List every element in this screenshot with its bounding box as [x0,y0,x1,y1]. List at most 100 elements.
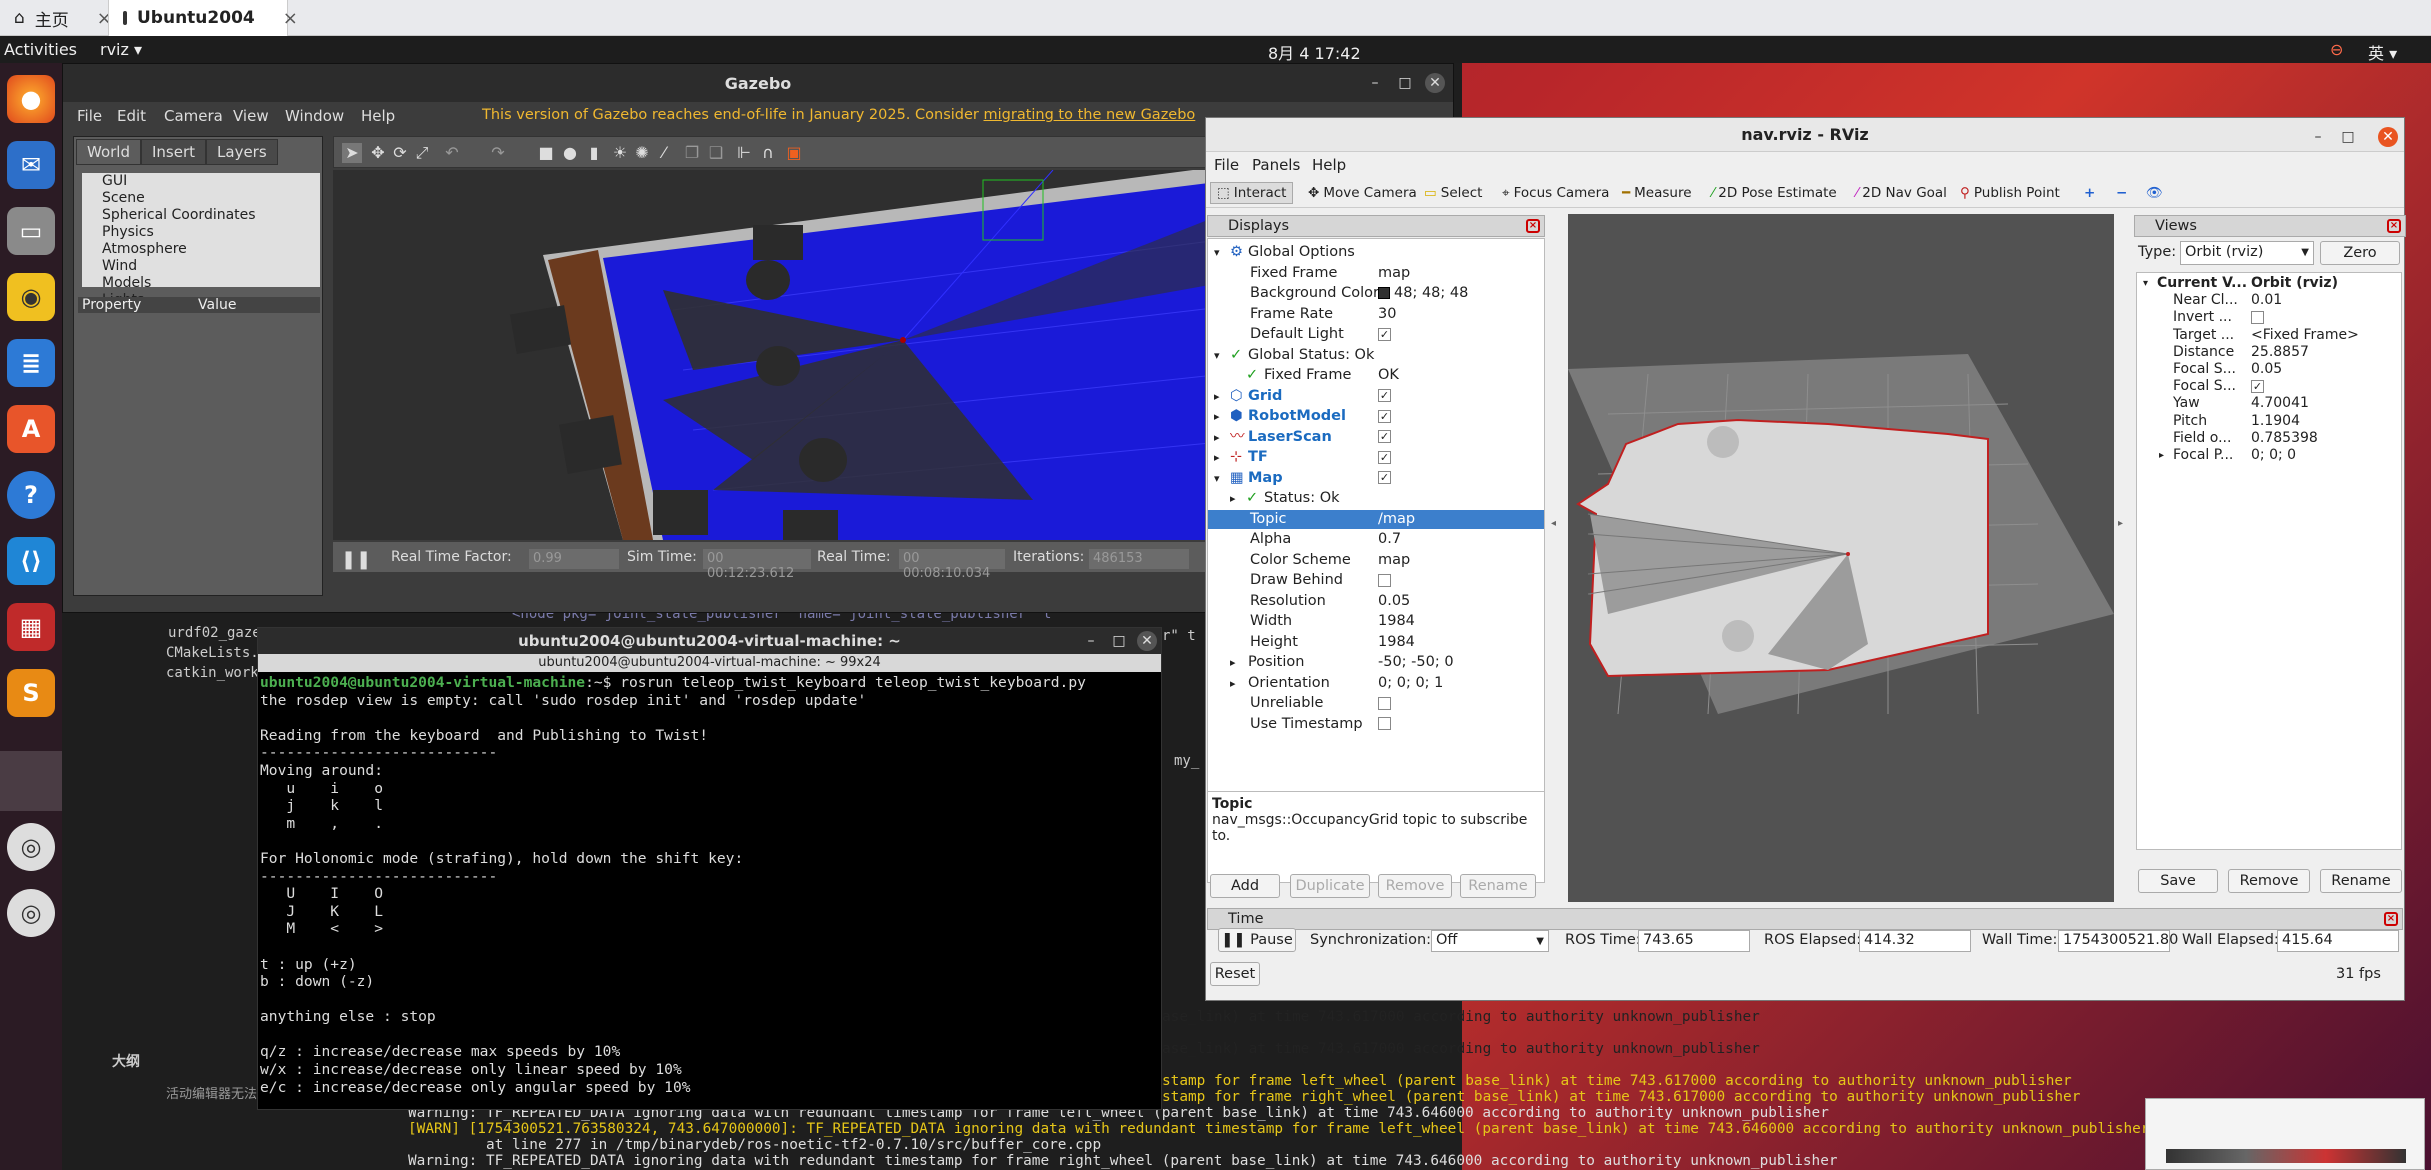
expand-right-icon[interactable]: ▸ [1214,428,1220,447]
minimize-icon[interactable]: – [1081,631,1101,651]
display-value[interactable] [1378,571,1391,590]
display-row[interactable]: ▾ ✓ Global Status: Ok [1208,346,1544,365]
display-value[interactable] [1378,694,1391,713]
screenshot-icon[interactable]: ▣ [784,143,804,163]
window-title[interactable]: nav.rviz - RViz [1206,118,2404,152]
terminal-app-icon[interactable]: ▦ [7,603,55,651]
remove-button[interactable]: Remove [2228,869,2310,893]
spotlight-icon[interactable]: ✺ [632,143,652,163]
display-row[interactable]: Frame Rate 30 [1208,305,1544,324]
eye-icon[interactable]: 👁 [2140,182,2169,204]
tab-layers[interactable]: Layers [206,139,278,165]
display-row[interactable]: ▸ Orientation 0; 0; 0; 1 [1208,674,1544,693]
display-row[interactable]: Color Scheme map [1208,551,1544,570]
tool-select[interactable]: ▭ Select [1418,182,1488,204]
tool-2d-nav-goal[interactable]: ⁄ 2D Nav Goal [1850,182,1953,204]
snap-icon[interactable]: ∩ [758,143,778,163]
minimize-icon[interactable]: – [1365,73,1385,93]
paste-icon[interactable]: ❑ [706,143,726,163]
close-icon[interactable]: × [283,8,298,29]
expand-right-icon[interactable]: ▸ [1230,674,1236,693]
color-swatch[interactable] [1378,287,1390,299]
wall-time-field[interactable]: 1754300521.80 [2058,930,2178,952]
software-icon[interactable]: A [7,405,55,453]
menu-file[interactable]: File [1214,156,1239,174]
display-row[interactable]: Width 1984 [1208,612,1544,631]
display-row[interactable]: ▸ ⬡ Grid ✓ [1208,387,1544,406]
close-icon[interactable]: × [2384,912,2398,926]
display-row[interactable]: Unreliable [1208,694,1544,713]
sphere-icon[interactable]: ● [560,143,580,163]
view-row[interactable]: Target ... <Fixed Frame> [2137,327,2401,344]
active-app-highlight[interactable] [0,751,62,811]
explorer-item[interactable]: CMakeLists. [166,645,259,661]
zero-button[interactable]: Zero [2320,241,2400,265]
checkbox[interactable] [2251,310,2264,324]
menu-file[interactable]: File [77,107,102,125]
view-row[interactable]: Distance 25.8857 [2137,344,2401,361]
tree-item-spherical[interactable]: Spherical Coordinates [102,207,320,224]
display-value[interactable]: ✓ [1378,387,1391,406]
tree-item-wind[interactable]: Wind [102,258,320,275]
eol-link[interactable]: migrating to the new Gazebo [984,107,1196,123]
checkbox[interactable] [1378,573,1391,587]
view-row[interactable]: ▸ Focal P... 0; 0; 0 [2137,447,2401,464]
checkbox[interactable]: ✓ [1378,450,1391,464]
duplicate-button[interactable]: Duplicate [1290,874,1370,898]
clock[interactable]: 8月 4 17:42 [1268,40,1361,64]
checkbox[interactable]: ✓ [1378,471,1391,484]
thunderbird-icon[interactable]: ✉ [7,141,55,189]
rviz-3d-view[interactable] [1568,214,2114,902]
rename-button[interactable]: Rename [1460,874,1536,898]
checkbox[interactable]: ✓ [2251,379,2264,393]
display-row[interactable]: ▸ ✓ Status: Ok [1208,489,1544,508]
pause-button[interactable]: ❚❚ Pause [1218,928,1296,952]
tool-focus-camera[interactable]: ⌖ Focus Camera [1496,182,1615,204]
tool-2d-pose[interactable]: ⁄ 2D Pose Estimate [1706,182,1843,204]
dvd-icon[interactable]: ◎ [7,889,55,937]
view-row[interactable]: Invert ... [2137,309,2401,326]
reset-button[interactable]: Reset [1210,962,1260,986]
add-button[interactable]: Add [1210,874,1280,898]
display-value[interactable] [1378,715,1391,734]
view-row[interactable]: Pitch 1.1904 [2137,413,2401,430]
window-title[interactable]: ubuntu2004@ubuntu2004-virtual-machine: ~ [258,628,1161,654]
terminal-output[interactable]: ubuntu2004@ubuntu2004-virtual-machine:~$… [260,674,1150,1109]
display-value[interactable]: ✓ [1378,325,1391,344]
maximize-icon[interactable]: □ [1395,73,1415,93]
app-menu[interactable]: rviz ▾ [100,40,142,59]
align-icon[interactable]: ⊩ [734,143,754,163]
select-icon[interactable]: ➤ [342,143,362,163]
display-row[interactable]: Height 1984 [1208,633,1544,652]
tab-world[interactable]: World [76,139,141,165]
view-row[interactable]: Near Cl... 0.01 [2137,292,2401,309]
minimize-icon[interactable]: – [2308,127,2328,147]
menu-edit[interactable]: Edit [117,107,146,125]
collapse-right-icon[interactable]: ▸ [2118,518,2123,529]
view-row[interactable]: ▾ Current V... Orbit (rviz) [2137,275,2401,292]
input-method[interactable]: 英 ▾ [2368,40,2397,64]
close-icon[interactable]: ✕ [1425,73,1445,93]
cylinder-icon[interactable]: ▮ [584,143,604,163]
view-row[interactable]: Focal S... ✓ [2137,378,2401,395]
rotate-icon[interactable]: ⟳ [390,143,410,163]
outline-header[interactable]: 大纲 [112,1051,140,1071]
expand-right-icon[interactable]: ▸ [1230,489,1236,508]
menu-help[interactable]: Help [1312,156,1346,174]
tree-item-gui[interactable]: GUI [102,173,320,190]
terminal-tab[interactable]: ubuntu2004@ubuntu2004-virtual-machine: ~… [258,654,1161,672]
close-icon[interactable]: × [2387,219,2401,233]
dirlight-icon[interactable]: ⁄ [654,143,674,163]
display-row[interactable]: Default Light ✓ [1208,325,1544,344]
dvd-icon[interactable]: ◎ [7,823,55,871]
expand-down-icon[interactable]: ▾ [1214,346,1220,365]
copy-icon[interactable]: ❐ [682,143,702,163]
pause-icon[interactable]: ❚❚ [341,549,371,570]
expand-right-icon[interactable]: ▸ [1230,653,1236,672]
display-row[interactable]: ✓ Fixed Frame OK [1208,366,1544,385]
display-row[interactable]: ▾ ⚙ Global Options [1208,243,1544,262]
files-icon[interactable]: ▭ [7,207,55,255]
tree-item-models[interactable]: Models [102,275,320,292]
pointlight-icon[interactable]: ☀ [610,143,630,163]
display-value[interactable]: ✓ [1378,448,1391,467]
